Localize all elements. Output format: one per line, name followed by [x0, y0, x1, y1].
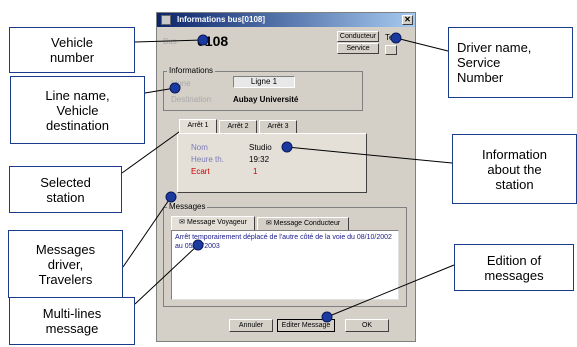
callout-station-info: Information about the station — [452, 134, 577, 204]
dot-vehicle-number — [197, 34, 209, 46]
callout-driver-name: Driver name, Service Number — [448, 27, 573, 98]
dot-driver-name — [390, 32, 402, 44]
callout-messages: Messages driver, Travelers — [8, 230, 123, 298]
tab-message-travelers-label: Message Voyageur — [186, 219, 247, 226]
dot-edition — [321, 311, 333, 323]
envelope-icon: ✉ — [179, 219, 187, 226]
dot-multi-lines — [192, 239, 204, 251]
dot-station-info — [281, 141, 293, 153]
dot-line-name — [169, 82, 181, 94]
tab-message-travelers[interactable]: ✉ Message Voyageur — [171, 216, 255, 230]
callout-line-name: Line name, Vehicle destination — [10, 76, 145, 144]
callout-vehicle-number: Vehicle number — [9, 27, 135, 73]
tab-stop-1[interactable]: Arrêt 1 — [179, 119, 217, 133]
dot-messages — [165, 191, 177, 203]
callout-selected-station: Selected station — [9, 166, 122, 213]
callout-multi-lines: Multi-lines message — [9, 297, 135, 345]
callout-edition: Edition of messages — [454, 244, 574, 291]
